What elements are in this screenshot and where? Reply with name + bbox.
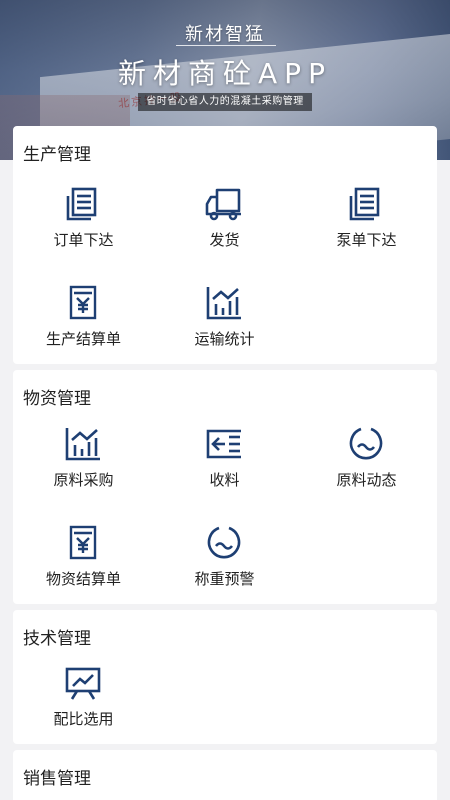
menu-item-label: 运输统计 — [194, 330, 255, 348]
menu-item-production-settlement[interactable]: 生产结算单 — [13, 284, 154, 364]
delivery-truck-icon — [205, 188, 241, 221]
menu-item-receiving[interactable]: 收料 — [154, 425, 295, 505]
receive-arrow-icon — [206, 429, 241, 459]
section-title: 物资管理 — [23, 389, 91, 409]
menu-item-label: 泵单下达 — [336, 231, 397, 249]
section-title: 生产管理 — [23, 145, 91, 165]
menu-item-material-settlement[interactable]: 物资结算单 — [13, 524, 154, 604]
menu-item-label: 原料采购 — [53, 471, 114, 489]
menu-item-label: 订单下达 — [53, 231, 114, 249]
section-technical: 技术管理 配比选用 — [13, 610, 437, 744]
section-sales: 销售管理 — [13, 750, 437, 800]
brand-name: 新材智猛 — [185, 24, 265, 45]
menu-item-weighing-alert[interactable]: 称重预警 — [154, 524, 295, 604]
menu-item-label: 生产结算单 — [45, 330, 121, 348]
section-title: 销售管理 — [23, 769, 91, 789]
menu-item-order[interactable]: 订单下达 — [13, 185, 154, 265]
menu-item-label: 物资结算单 — [45, 570, 121, 588]
presentation-board-icon — [65, 667, 101, 700]
yen-invoice-icon — [69, 525, 97, 560]
bar-chart-icon — [206, 287, 241, 320]
brand-divider — [176, 45, 276, 46]
menu-item-delivery[interactable]: 发货 — [154, 185, 295, 265]
menu-item-label: 收料 — [209, 471, 240, 489]
wave-circle-icon — [349, 427, 383, 460]
menu-item-label: 发货 — [209, 231, 240, 249]
menu-item-transport-stats[interactable]: 运输统计 — [154, 284, 295, 364]
menu-item-pump-order[interactable]: 泵单下达 — [296, 185, 437, 265]
menu-item-raw-dynamics[interactable]: 原料动态 — [296, 425, 437, 505]
menu-item-label: 原料动态 — [336, 471, 397, 489]
wave-circle-icon — [207, 526, 241, 559]
yen-invoice-icon — [69, 285, 97, 320]
menu-item-raw-purchase[interactable]: 原料采购 — [13, 425, 154, 505]
section-production: 生产管理 订单下达 发货 泵单下达 生产结算单 运输统计 — [13, 126, 437, 364]
pump-document-icon — [349, 187, 380, 221]
order-document-icon — [66, 187, 97, 221]
section-materials: 物资管理 原料采购 收料 原料动态 物资结算单 称重预警 — [13, 370, 437, 604]
bar-chart-icon — [65, 428, 100, 461]
menu-item-label: 配比选用 — [53, 710, 114, 728]
app-tagline: 省时省心省人力的混凝土采购管理 — [138, 93, 312, 111]
app-title: 新材商砼APP — [118, 57, 332, 90]
menu-item-label: 称重预警 — [194, 570, 255, 588]
menu-item-mix-selection[interactable]: 配比选用 — [13, 664, 154, 744]
section-title: 技术管理 — [23, 629, 91, 649]
